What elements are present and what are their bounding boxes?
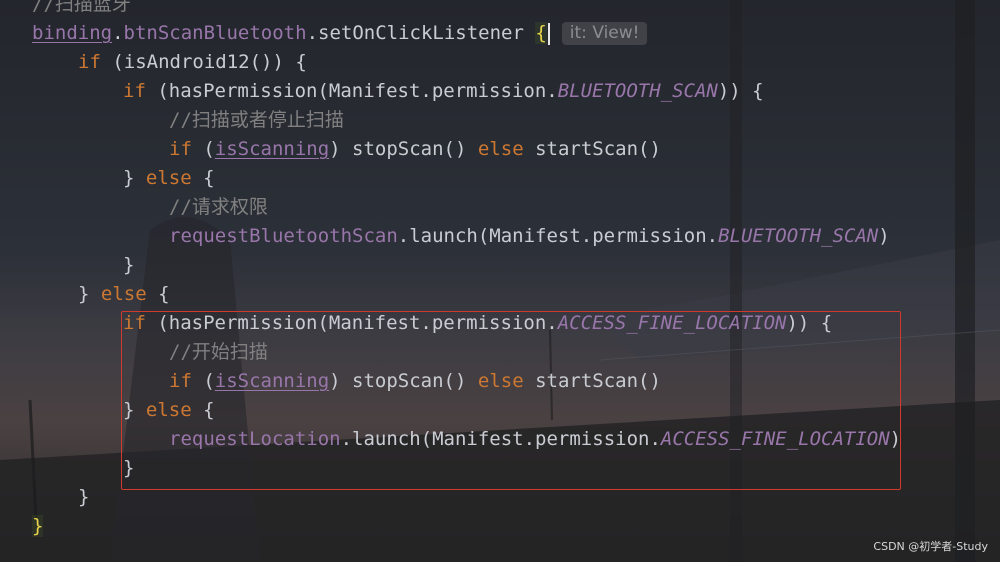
code-text: { xyxy=(146,283,170,305)
code-line: } xyxy=(32,512,44,541)
code-line: } else { xyxy=(78,280,170,309)
code-field: requestBluetoothScan xyxy=(169,225,398,247)
code-text: } xyxy=(123,254,135,276)
keyword-else: else xyxy=(477,138,524,160)
code-text: startScan() xyxy=(523,138,661,160)
code-comment: //请求权限 xyxy=(169,196,268,218)
code-variable: binding xyxy=(32,22,113,44)
highlight-box xyxy=(121,311,901,490)
code-line: binding.btnScanBluetooth.setOnClickListe… xyxy=(32,19,648,48)
code-text: )) { xyxy=(717,80,764,102)
keyword-else: else xyxy=(100,283,147,305)
keyword-if: if xyxy=(78,51,101,73)
code-line: if (isAndroid12()) { xyxy=(78,48,307,77)
matched-brace: { xyxy=(535,22,547,44)
code-text: (isAndroid12()) { xyxy=(100,51,307,73)
code-text: .setOnClickListener xyxy=(306,22,536,44)
code-text: } xyxy=(78,486,90,508)
code-text: ) xyxy=(878,225,890,247)
text-caret xyxy=(547,22,550,45)
code-comment: //扫描蓝牙 xyxy=(32,0,131,15)
code-line: if (hasPermission(Manifest.permission.BL… xyxy=(123,77,764,106)
code-variable: isScanning xyxy=(214,138,330,160)
code-text: ) stopScan() xyxy=(329,138,478,160)
code-editor[interactable]: //扫描蓝牙 binding.btnScanBluetooth.setOnCli… xyxy=(0,0,1000,562)
watermark: CSDN @初学者-Study xyxy=(873,540,988,553)
code-line: requestBluetoothScan.launch(Manifest.per… xyxy=(169,222,890,251)
code-line: if (isScanning) stopScan() else startSca… xyxy=(169,135,661,164)
code-text: . xyxy=(112,22,124,44)
code-text: { xyxy=(191,167,215,189)
inlay-type-hint: it: View! xyxy=(561,22,648,45)
code-line: //扫描蓝牙 xyxy=(32,0,131,19)
code-line: } else { xyxy=(123,164,215,193)
code-text: .launch(Manifest.permission. xyxy=(397,225,719,247)
matched-brace: } xyxy=(32,515,44,537)
code-field: btnScanBluetooth xyxy=(123,22,307,44)
code-line: //请求权限 xyxy=(169,193,268,222)
code-line: //扫描或者停止扫描 xyxy=(169,106,344,135)
code-text: ( xyxy=(191,138,215,160)
code-line: } xyxy=(78,483,89,512)
code-constant: BLUETOOTH_SCAN xyxy=(718,225,879,247)
keyword-if: if xyxy=(123,80,146,102)
code-text: } xyxy=(78,283,101,305)
code-text: (hasPermission(Manifest.permission. xyxy=(145,80,558,102)
code-constant: BLUETOOTH_SCAN xyxy=(557,80,718,102)
keyword-else: else xyxy=(145,167,192,189)
code-text: } xyxy=(123,167,146,189)
code-comment: //扫描或者停止扫描 xyxy=(169,109,344,131)
code-line: } xyxy=(123,251,134,280)
keyword-if: if xyxy=(169,138,192,160)
